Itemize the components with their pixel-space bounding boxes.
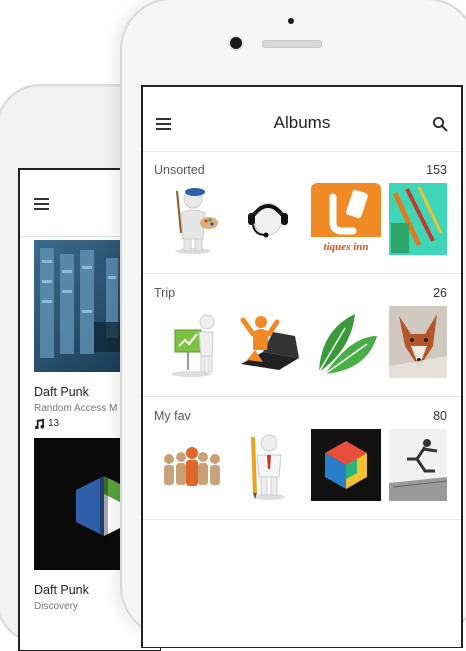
album-section-my-fav[interactable]: My fav 80 [143, 397, 461, 520]
section-count: 26 [433, 286, 447, 300]
thumb-logo[interactable]: tiques inn [311, 183, 381, 255]
music-note-icon [34, 418, 45, 429]
page-title: Albums [273, 113, 331, 132]
sensor-dot [288, 18, 294, 24]
album-section-trip[interactable]: Trip 26 [143, 274, 461, 397]
thumbnail-row: tiques inn [143, 183, 461, 257]
thumb-laptop-person[interactable] [233, 306, 303, 378]
logo-text: tiques inn [324, 241, 369, 253]
menu-button[interactable] [34, 198, 49, 210]
front-phone: Albums Unsorted 153 tiques inn Trip 26 M… [120, 0, 466, 648]
speaker-grille [262, 40, 322, 48]
section-count: 153 [426, 163, 447, 177]
front-phone-screen: Albums Unsorted 153 tiques inn Trip 26 M… [141, 85, 463, 648]
album-section-unsorted[interactable]: Unsorted 153 tiques inn [143, 151, 461, 274]
thumb-paint-strokes[interactable] [389, 183, 447, 255]
section-label: My fav [154, 409, 191, 423]
section-count: 80 [433, 409, 447, 423]
thumb-painter[interactable] [157, 183, 227, 255]
thumb-headset[interactable] [233, 183, 303, 255]
section-label: Unsorted [154, 163, 205, 177]
thumbnail-row [143, 306, 461, 380]
search-icon[interactable] [432, 116, 448, 132]
section-label: Trip [154, 286, 176, 300]
thumb-pencil-person[interactable] [233, 429, 303, 501]
thumbnail-row [143, 429, 461, 503]
app-header: Albums [143, 87, 461, 152]
thumb-runner[interactable] [389, 429, 447, 501]
hamburger-icon [34, 198, 49, 210]
front-camera-icon [230, 37, 242, 49]
thumb-leaves[interactable] [311, 306, 381, 378]
track-count-value: 13 [48, 418, 60, 429]
thumb-cube-logo[interactable] [311, 429, 381, 501]
thumb-fox[interactable] [389, 306, 447, 378]
thumb-presentation[interactable] [157, 306, 227, 378]
thumb-team[interactable] [157, 429, 227, 501]
